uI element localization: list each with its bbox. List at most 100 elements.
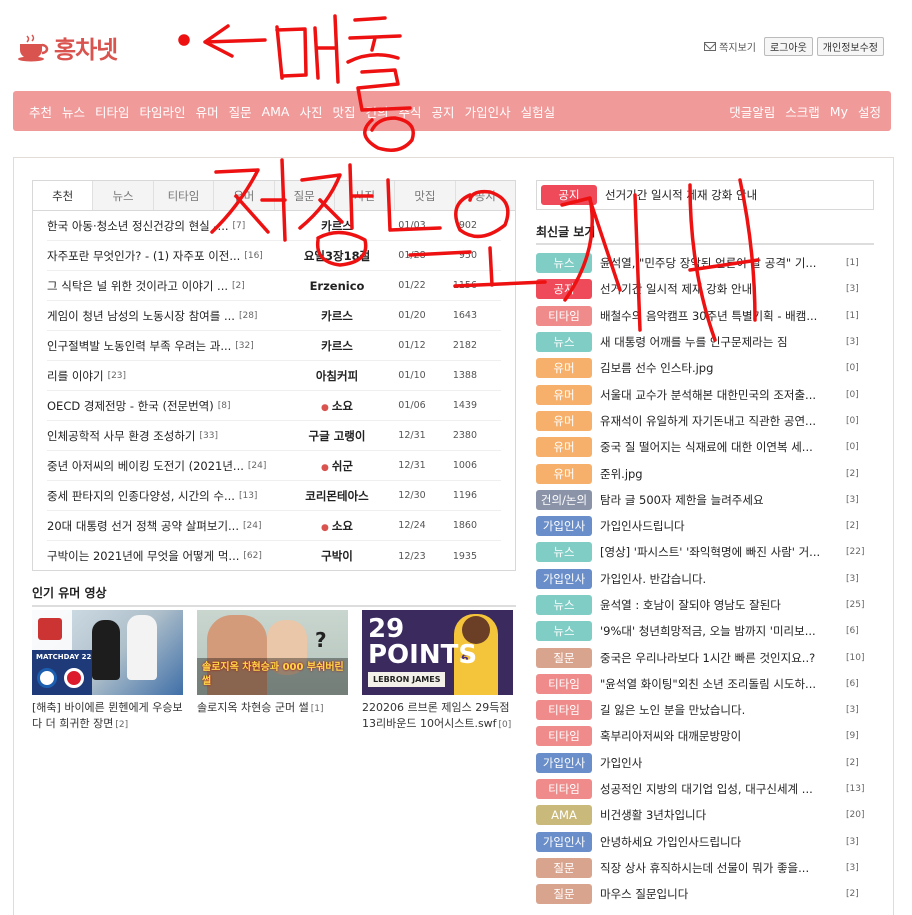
latest-post-title[interactable]: 가입인사. 반갑습니다. xyxy=(600,571,840,587)
category-badge[interactable]: 유머 xyxy=(536,437,592,458)
post-row[interactable]: 중세 판타지의 인종다양성, 시간의 수... [13] 코리몬테아스 12/30 11… xyxy=(47,481,501,511)
post-row[interactable]: 인구절벽발 노동인력 부족 우려는 과... [32] 카르스 01/12 2182 xyxy=(47,331,501,361)
category-badge[interactable]: 티타임 xyxy=(536,779,592,800)
latest-post-row[interactable]: 티타임 길 잃은 노인 분을 만났습니다. [3] xyxy=(536,697,874,723)
post-title[interactable]: 리를 이야기 [23] xyxy=(47,368,282,384)
category-badge[interactable]: 유머 xyxy=(536,384,592,405)
latest-post-row[interactable]: 가입인사 안녕하세요 가입인사드립니다 [3] xyxy=(536,829,874,855)
video-caption[interactable]: 솔로지옥 차현승 군머 썰 [1] xyxy=(197,700,348,717)
latest-post-row[interactable]: 유머 김보름 선수 인스타.jpg [0] xyxy=(536,355,874,381)
latest-post-row[interactable]: 뉴스 윤석열 : 호남이 잘되야 영남도 잘된다 [25] xyxy=(536,592,874,618)
category-badge[interactable]: 뉴스 xyxy=(536,253,592,274)
post-author[interactable]: 아침커피 xyxy=(282,368,392,384)
latest-post-row[interactable]: 건의/논의 탐라 글 500자 제한을 늘려주세요 [3] xyxy=(536,487,874,513)
post-author[interactable]: ● 쉬군 xyxy=(282,458,392,474)
post-author[interactable]: ● 소요 xyxy=(282,518,392,534)
latest-post-title[interactable]: 김보름 선수 인스타.jpg xyxy=(600,360,840,376)
post-title[interactable]: 그 식탁은 널 위한 것이라고 이야기 ... [2] xyxy=(47,278,282,294)
latest-post-row[interactable]: 공지 선거기간 일시적 제재 강화 안내 [3] xyxy=(536,276,874,302)
notice-text[interactable]: 선거기간 일시적 제재 강화 안내 xyxy=(605,187,757,203)
latest-post-title[interactable]: [영상] '파시스트' '좌익혁명에 빠진 사람' 거... xyxy=(600,544,840,560)
post-author[interactable]: 구글 고랭이 xyxy=(282,428,392,444)
nav-item-suggest[interactable]: 건의 xyxy=(366,102,389,121)
video-caption[interactable]: 220206 르브론 제임스 29득점 13리바운드 10어시스트.swf [0] xyxy=(362,700,513,733)
latest-post-row[interactable]: 유머 서울대 교수가 분석해본 대한민국의 조저출... [0] xyxy=(536,381,874,407)
latest-post-title[interactable]: 가입인사 xyxy=(600,755,840,771)
category-badge[interactable]: 질문 xyxy=(536,857,592,878)
post-row[interactable]: 중년 아저씨의 베이킹 도전기 (2021년... [24] ● 쉬군 12/31 100… xyxy=(47,451,501,481)
nav-item-greeting[interactable]: 가입인사 xyxy=(465,102,511,121)
category-badge[interactable]: 질문 xyxy=(536,884,592,905)
post-author[interactable]: 코리몬테아스 xyxy=(282,488,392,504)
latest-post-title[interactable]: 탐라 글 500자 제한을 늘려주세요 xyxy=(600,492,840,508)
latest-post-title[interactable]: 배철수의 음악캠프 30주년 특별기획 - 배캠... xyxy=(600,308,840,324)
post-row[interactable]: 한국 아동·청소년 정신건강의 현실 -... [7] 카르스 01/03 902 xyxy=(47,211,501,241)
post-author[interactable]: 카르스 xyxy=(282,338,392,354)
site-logo[interactable]: 홍차넷 xyxy=(16,30,118,65)
category-badge[interactable]: 가입인사 xyxy=(536,831,592,852)
post-row[interactable]: 자주포란 무엇인가? - (1) 자주포 이전... [16] 요일3장18절 01/… xyxy=(47,241,501,271)
category-badge[interactable]: 티타임 xyxy=(536,673,592,694)
tab-question[interactable]: 질문 xyxy=(274,181,335,210)
video-item[interactable]: MATCHDAY 22 [해축] 바이에른 뮌헨에게 우승보다 더 희귀한 장면… xyxy=(32,610,183,733)
tab-news[interactable]: 뉴스 xyxy=(93,181,154,210)
latest-post-row[interactable]: 티타임 혹부리아저씨와 대깨문방망이 [9] xyxy=(536,723,874,749)
post-author[interactable]: 카르스 xyxy=(282,218,392,234)
latest-post-row[interactable]: 뉴스 [영상] '파시스트' '좌익혁명에 빠진 사람' 거... [22] xyxy=(536,539,874,565)
category-badge[interactable]: 공지 xyxy=(536,279,592,300)
category-badge[interactable]: 뉴스 xyxy=(536,542,592,563)
nav-item-question[interactable]: 질문 xyxy=(229,102,252,121)
post-title[interactable]: 구박이는 2021년에 무엇을 어떻게 먹... [62] xyxy=(47,548,282,564)
latest-post-title[interactable]: 직장 상사 휴직하시는데 선물이 뭐가 좋을... xyxy=(600,860,840,876)
nav-item-news[interactable]: 뉴스 xyxy=(62,102,85,121)
category-badge[interactable]: 질문 xyxy=(536,647,592,668)
latest-post-title[interactable]: 선거기간 일시적 제재 강화 안내 xyxy=(600,281,840,297)
post-title[interactable]: 20대 대통령 선거 정책 공약 살펴보기... [24] xyxy=(47,518,282,534)
latest-post-title[interactable]: 길 잃은 노인 분을 만났습니다. xyxy=(600,702,840,718)
latest-post-row[interactable]: 뉴스 윤석열, "민주당 장악된 언론이 날 공격" 기... [1] xyxy=(536,250,874,276)
latest-post-title[interactable]: 서울대 교수가 분석해본 대한민국의 조저출... xyxy=(600,387,840,403)
latest-post-row[interactable]: 티타임 배철수의 음악캠프 30주년 특별기획 - 배캠... [1] xyxy=(536,303,874,329)
latest-post-title[interactable]: 윤석열, "민주당 장악된 언론이 날 공격" 기... xyxy=(600,255,840,271)
post-author[interactable]: Erzenico xyxy=(282,279,392,293)
latest-post-row[interactable]: 가입인사 가입인사 [2] xyxy=(536,750,874,776)
latest-post-title[interactable]: "윤석열 화이팅"외친 소년 조리돌림 시도하... xyxy=(600,676,840,692)
latest-post-row[interactable]: 질문 직장 상사 휴직하시는데 선물이 뭐가 좋을... [3] xyxy=(536,855,874,881)
post-title[interactable]: 자주포란 무엇인가? - (1) 자주포 이전... [16] xyxy=(47,248,282,264)
post-title[interactable]: 중년 아저씨의 베이킹 도전기 (2021년... [24] xyxy=(47,458,282,474)
category-badge[interactable]: 가입인사 xyxy=(536,516,592,537)
nav-item-notice[interactable]: 공지 xyxy=(432,102,455,121)
nav-item-lab[interactable]: 실험실 xyxy=(521,102,556,121)
tab-humor[interactable]: 유머 xyxy=(214,181,275,210)
latest-post-row[interactable]: 가입인사 가입인사. 반갑습니다. [3] xyxy=(536,566,874,592)
nav-item-ama[interactable]: AMA xyxy=(262,104,290,119)
category-badge[interactable]: 유머 xyxy=(536,463,592,484)
tab-notice[interactable]: 공지 xyxy=(455,181,515,210)
video-item[interactable]: 6 29 POINTS LEBRON JAMES 220206 르브론 제임스 … xyxy=(362,610,513,733)
latest-post-title[interactable]: 비건생활 3년차입니다 xyxy=(600,807,840,823)
message-link[interactable]: 쪽지보기 xyxy=(704,39,756,54)
nav-item-my[interactable]: My xyxy=(830,104,848,119)
latest-post-title[interactable]: 가입인사드립니다 xyxy=(600,518,840,534)
nav-item-scrap[interactable]: 스크랩 xyxy=(785,102,820,121)
tab-photo[interactable]: 사진 xyxy=(334,181,396,210)
post-row[interactable]: 인체공학적 사무 환경 조성하기 [33] 구글 고랭이 12/31 2380 xyxy=(47,421,501,451)
post-title[interactable]: 한국 아동·청소년 정신건강의 현실 -... [7] xyxy=(47,218,282,234)
post-row[interactable]: 그 식탁은 널 위한 것이라고 이야기 ... [2] Erzenico 01/22 1… xyxy=(47,271,501,301)
latest-post-title[interactable]: '9%대' 청년희망적금, 오늘 밤까지 '미리보... xyxy=(600,623,840,639)
nav-item-teatime[interactable]: 티타임 xyxy=(95,102,130,121)
post-author[interactable]: 카르스 xyxy=(282,308,392,324)
latest-post-title[interactable]: 윤석열 : 호남이 잘되야 영남도 잘된다 xyxy=(600,597,840,613)
nav-item-comment-alerts[interactable]: 댓글알림 xyxy=(729,102,775,121)
category-badge[interactable]: 유머 xyxy=(536,410,592,431)
latest-post-title[interactable]: 성공적인 지방의 대기업 입성, 대구신세계 ... xyxy=(600,781,840,797)
latest-post-title[interactable]: 안녕하세요 가입인사드립니다 xyxy=(600,834,840,850)
post-author[interactable]: 구박이 xyxy=(282,548,392,564)
latest-post-title[interactable]: 마우스 질문입니다 xyxy=(600,886,840,902)
nav-item-photo[interactable]: 사진 xyxy=(299,102,322,121)
category-badge[interactable]: 가입인사 xyxy=(536,752,592,773)
category-badge[interactable]: AMA xyxy=(536,805,592,826)
category-badge[interactable]: 가입인사 xyxy=(536,568,592,589)
latest-post-row[interactable]: 질문 마우스 질문입니다 [2] xyxy=(536,881,874,907)
latest-post-row[interactable]: 뉴스 새 대통령 어깨를 누를 인구문제라는 짐 [3] xyxy=(536,329,874,355)
